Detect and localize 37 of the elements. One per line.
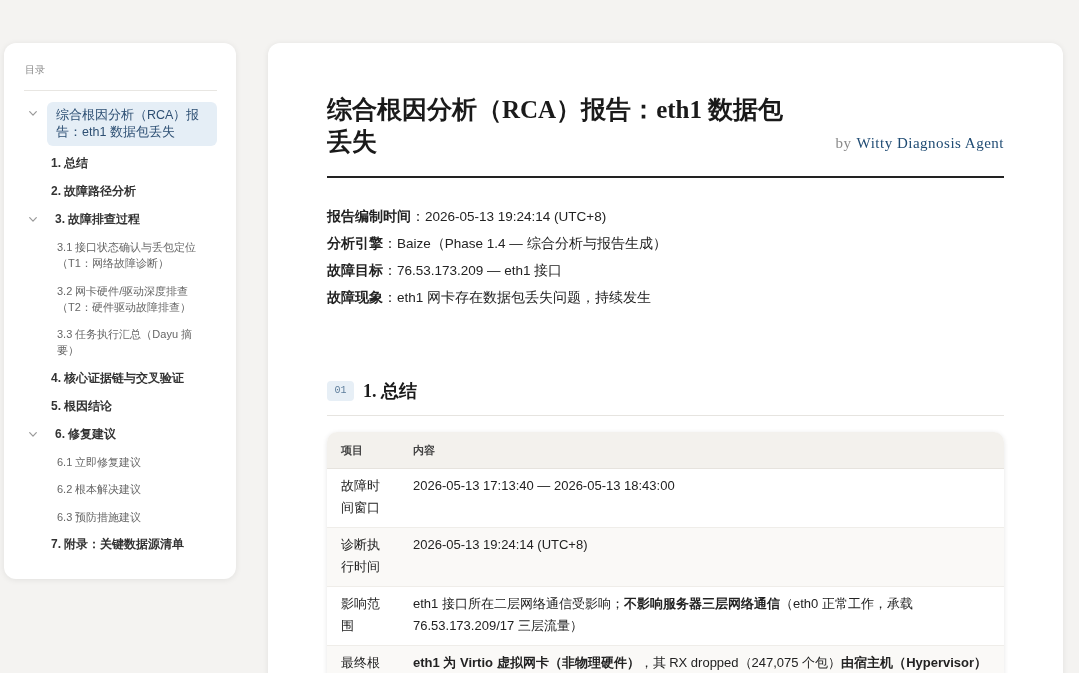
toc-item[interactable]: 3. 故障排查过程 (47, 205, 217, 233)
table-cell: 故障时间窗口 (327, 469, 399, 528)
toc-item[interactable]: 3.3 任务执行汇总（Dayu 摘要） (47, 320, 217, 364)
table-cell: 诊断执行时间 (327, 528, 399, 587)
table-cell: 影响范围 (327, 587, 399, 646)
meta-line: 故障目标：76.53.173.209 — eth1 接口 (327, 262, 563, 280)
table-cell: eth1 接口所在二层网络通信受影响；不影响服务器三层网络通信（eth0 正常工作，承载 76.53.173.209/17 三层流量） (399, 587, 1004, 646)
author-name: Witty Diagnosis Agent (856, 135, 1004, 152)
meta-line: 故障现象：eth1 网卡存在数据包丢失问题，持续发生 (327, 289, 652, 307)
toc-item[interactable]: 3.1 接口状态确认与丢包定位（T1：网络故障诊断） (47, 233, 217, 277)
toc-item[interactable]: 2. 故障路径分析 (47, 177, 217, 205)
report-title: 综合根因分析（RCA）报告：eth1 数据包丢失 (327, 95, 785, 157)
toc-item[interactable]: 1. 总结 (47, 149, 217, 177)
table-cell: 2026-05-13 19:24:14 (UTC+8) (399, 528, 1004, 587)
column-header: 项目 (327, 432, 399, 469)
byline-label: by (835, 135, 852, 152)
toc-item[interactable]: 6. 修复建议 (47, 419, 217, 448)
chevron-icon[interactable] (29, 217, 37, 222)
table-cell: eth1 为 Virtio 虚拟网卡（非物理硬件），其 RX dropped（247,075 个包）由宿主机（Hypervisor） (399, 646, 1004, 673)
toc-item[interactable]: 4. 核心证据链与交叉验证 (47, 363, 217, 392)
section-number: 01 (327, 381, 354, 401)
column-header: 内容 (399, 432, 1004, 469)
toc-item[interactable]: 6.1 立即修复建议 (47, 447, 217, 475)
chevron-icon[interactable] (29, 431, 37, 437)
table-cell: 2026-05-13 17:13:40 — 2026-05-13 18:43:00 (399, 469, 1004, 528)
meta-line: 分析引擎：Baize（Phase 1.4 — 综合分析与报告生成） (327, 235, 667, 253)
chevron-icon[interactable] (29, 111, 37, 116)
meta-line: 报告编制时间：2026-05-13 19:24:14 (UTC+8) (327, 208, 607, 226)
toc-item[interactable]: 6.2 根本解决建议 (47, 475, 217, 503)
section-heading: 1. 总结 (363, 380, 417, 403)
toc-item[interactable]: 3.2 网卡硬件/驱动深度排查（T2：硬件驱动故障排查） (47, 276, 217, 320)
toc-item[interactable]: 综合根因分析（RCA）报告：eth1 数据包丢失 (47, 102, 217, 146)
toc-item[interactable]: 5. 根因结论 (47, 391, 217, 420)
table-cell: 最终根 (327, 646, 399, 673)
toc-item[interactable]: 6.3 预防措施建议 (47, 502, 217, 530)
toc-title: 目录 (24, 63, 45, 77)
toc-item[interactable]: 7. 附录：关键数据源清单 (47, 530, 217, 558)
